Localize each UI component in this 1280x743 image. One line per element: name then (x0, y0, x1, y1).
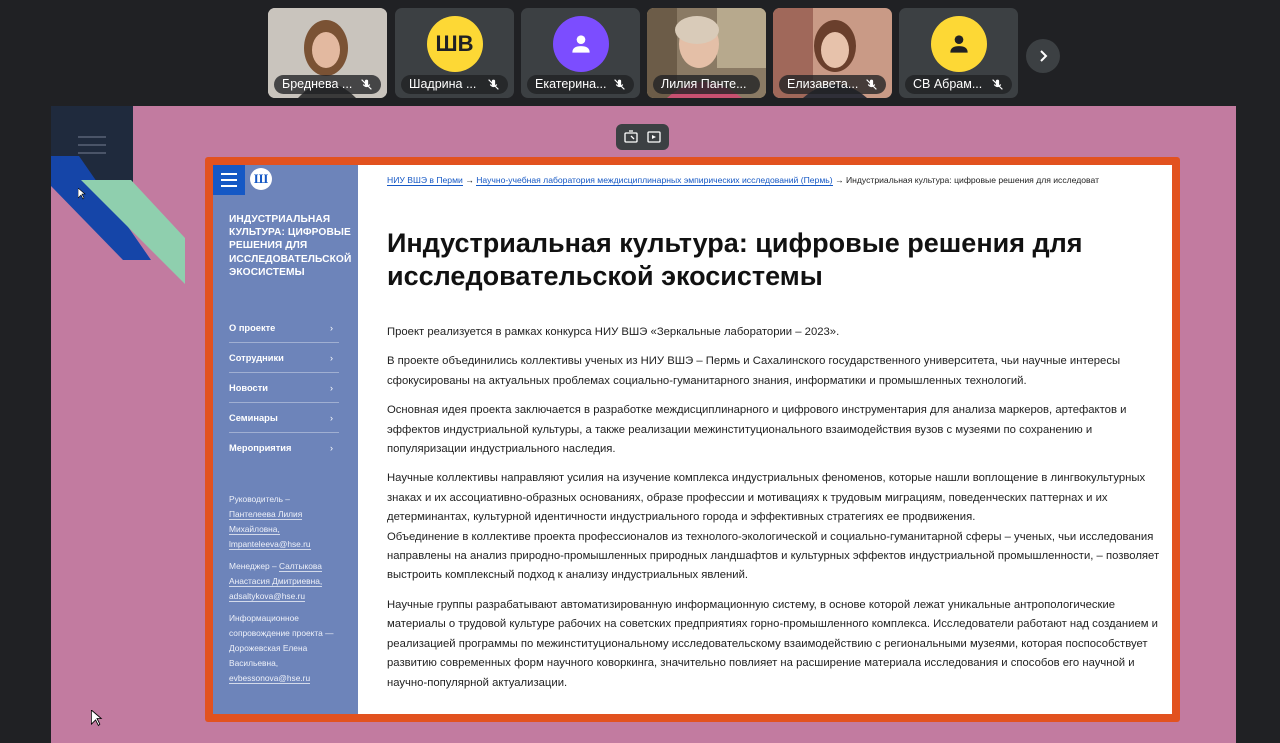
participant-name: Екатерина... (535, 77, 607, 91)
contact-email-link[interactable]: lmpanteleeva@hse.ru (229, 539, 311, 550)
participant-name: Елизавета... (787, 77, 859, 91)
contact-email-link[interactable]: evbessonova@hse.ru (229, 673, 311, 684)
mouse-cursor-icon (91, 710, 103, 727)
sidebar-item-events[interactable]: Мероприятия › (229, 433, 339, 463)
project-sidebar: Ш Индустриальная культура: цифровые реше… (213, 165, 358, 714)
next-participants-button[interactable] (1026, 39, 1060, 73)
person-icon (571, 35, 590, 53)
avatar: ШВ (426, 16, 483, 72)
sidebar-item-label: О проекте (229, 322, 276, 333)
menu-button[interactable] (213, 165, 245, 195)
contact-name: Дорожевская Елена Васильевна, (229, 643, 308, 668)
breadcrumb-separator: → (832, 175, 846, 185)
chevron-right-icon (1040, 50, 1048, 62)
chevron-right-icon: › (330, 443, 333, 453)
mic-off-icon (361, 79, 372, 90)
chevron-right-icon: › (330, 412, 333, 423)
participant-name: Шадрина ... (409, 77, 477, 91)
breadcrumb: НИУ ВШЭ в Перми → Научно-учебная лаборат… (387, 175, 1172, 186)
breadcrumb-link[interactable]: Научно-учебная лаборатория междисциплина… (476, 175, 833, 186)
avatar-initials: ШВ (435, 31, 474, 56)
avatar (552, 16, 609, 72)
paragraph: Научные группы разрабатывают автоматизир… (387, 598, 1158, 689)
paragraph: Проект реализуется в рамках конкурса НИУ… (387, 326, 840, 338)
sidebar-project-title: Индустриальная культура: цифровые решени… (229, 214, 352, 278)
sidebar-item-seminars[interactable]: Семинары › (229, 403, 339, 433)
paragraph: Объединение в коллективе проекта професс… (387, 530, 1160, 582)
sidebar-item-news[interactable]: Новости › (229, 373, 339, 403)
paragraph: Научные коллективы направляют усилия на … (387, 472, 1146, 524)
sidebar-item-staff[interactable]: Сотрудники › (229, 343, 339, 373)
breadcrumb-link[interactable]: НИУ ВШЭ в Перми (387, 175, 463, 186)
mic-off-icon (488, 79, 499, 90)
breadcrumb-current: Индустриальная культура: цифровые решени… (845, 175, 1100, 185)
participants-strip: Бреднева ... ШВ Шадрина ... Екатерина... (0, 0, 1280, 106)
share-controls (616, 124, 669, 150)
sidebar-item-label: Новости (229, 382, 268, 393)
slide-stripes-deco (51, 156, 185, 284)
contact-email-link[interactable]: adsaltykova@hse.ru (229, 591, 306, 602)
webpage: Ш Индустриальная культура: цифровые реше… (213, 165, 1172, 714)
person-icon (949, 35, 968, 53)
sidebar-contacts: Руководитель – Пантелеева Лилия Михайлов… (229, 492, 347, 693)
contact-role: Руководитель – (229, 494, 290, 504)
mic-off-icon (992, 79, 1003, 90)
contact-name-link[interactable]: Пантелеева Лилия Михайловна, (229, 509, 303, 535)
participant-tile[interactable]: Бреднева ... (268, 8, 387, 98)
slide-frame: Ш Индустриальная культура: цифровые реше… (205, 157, 1180, 722)
page-body: Проект реализуется в рамках конкурса НИУ… (387, 323, 1167, 703)
sidebar-item-about[interactable]: О проекте › (229, 313, 339, 343)
participant-tile-active[interactable]: Лилия Панте... (647, 8, 766, 98)
sidebar-item-label: Сотрудники (229, 352, 284, 363)
chevron-right-icon: › (330, 352, 333, 363)
sidebar-item-label: Мероприятия (229, 443, 292, 453)
mic-off-icon (614, 79, 625, 90)
paragraph: Основная идея проекта заключается в разр… (387, 404, 1127, 456)
chevron-right-icon: › (330, 382, 333, 393)
avatar (930, 16, 987, 72)
participant-name-chip: Лилия Панте... (653, 75, 760, 94)
hse-logo[interactable]: Ш (250, 168, 272, 190)
paragraph: В проекте объединились коллективы ученых… (387, 355, 1121, 387)
page-title: Индустриальная культура: цифровые решени… (387, 228, 1083, 291)
participant-name: СВ Абрам... (913, 77, 983, 91)
mouse-cursor-icon (78, 188, 86, 200)
contact-role: Менеджер – (229, 561, 277, 571)
participant-tile[interactable]: СВ Абрам... (899, 8, 1018, 98)
breadcrumb-separator: → (462, 175, 477, 185)
contact-role: Информационное сопровождение проекта — (229, 613, 334, 638)
stage: Ш Индустриальная культура: цифровые реше… (0, 106, 1280, 743)
hamburger-icon (221, 171, 237, 189)
participant-name: Лилия Панте... (661, 77, 747, 91)
participant-name: Бреднева ... (282, 77, 353, 91)
screen-share: Ш Индустриальная культура: цифровые реше… (51, 106, 1236, 743)
participant-tile[interactable]: Елизавета... (773, 8, 892, 98)
mic-off-icon (866, 79, 877, 90)
sidebar-nav: О проекте › Сотрудники › Новости › Семин… (229, 313, 339, 463)
chevron-right-icon: › (330, 322, 333, 333)
switch-layout-icon[interactable] (623, 129, 639, 145)
present-icon[interactable] (646, 129, 662, 145)
participant-tile[interactable]: Екатерина... (521, 8, 640, 98)
main-content: НИУ ВШЭ в Перми → Научно-учебная лаборат… (387, 165, 1172, 714)
participant-tile[interactable]: ШВ Шадрина ... (395, 8, 514, 98)
sidebar-item-label: Семинары (229, 412, 278, 423)
